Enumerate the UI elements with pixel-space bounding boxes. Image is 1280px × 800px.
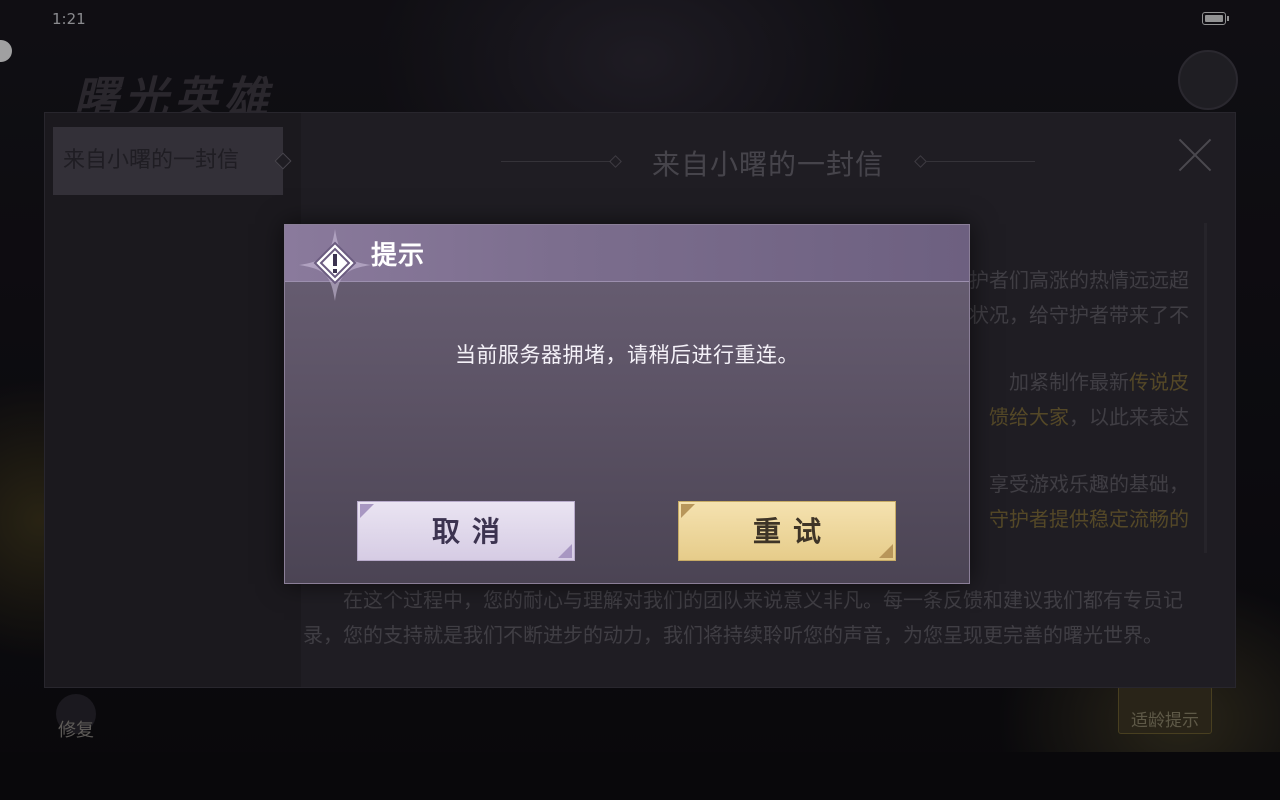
dialog-title: 提示 [371, 241, 426, 271]
cancel-button[interactable]: 取消 [357, 501, 575, 561]
retry-button-label: 重试 [752, 515, 833, 548]
retry-button[interactable]: 重试 [678, 501, 896, 561]
cancel-button-label: 取消 [431, 515, 512, 548]
warning-star-icon [299, 229, 371, 301]
notice-dialog: 提示 当前服务器拥堵，请稍后进行重连。 取消 重试 [284, 224, 970, 584]
dialog-message: 当前服务器拥堵，请稍后进行重连。 [455, 343, 799, 367]
